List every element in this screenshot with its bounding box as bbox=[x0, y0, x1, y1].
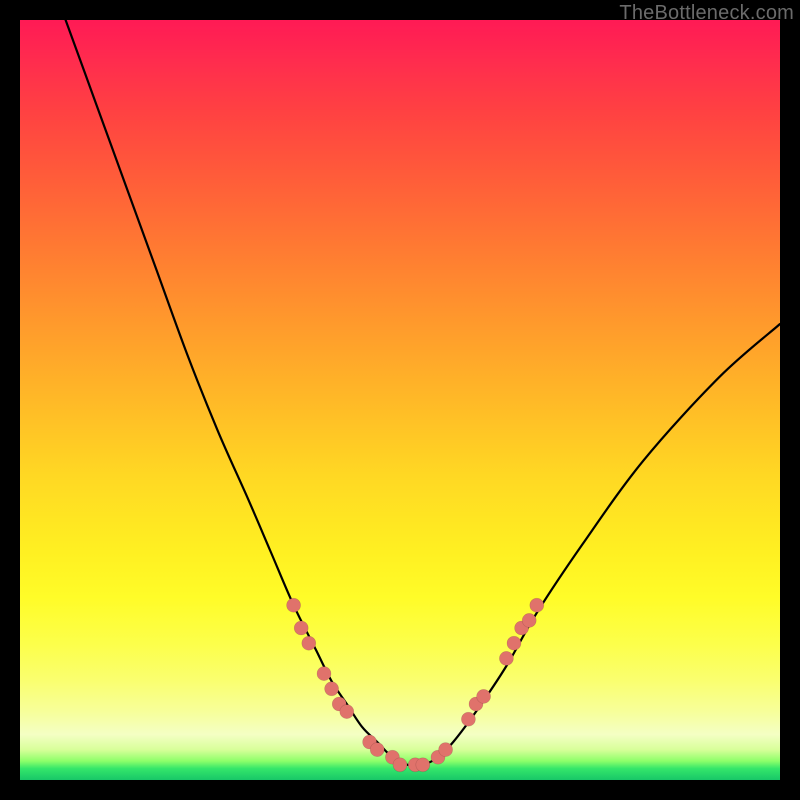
chart-svg bbox=[20, 20, 780, 780]
data-marker bbox=[416, 758, 430, 772]
bottleneck-curve bbox=[66, 20, 780, 766]
data-marker bbox=[499, 651, 513, 665]
data-marker bbox=[507, 636, 521, 650]
chart-frame bbox=[20, 20, 780, 780]
data-marker bbox=[393, 758, 407, 772]
data-marker bbox=[317, 667, 331, 681]
data-marker bbox=[522, 613, 536, 627]
data-marker bbox=[287, 598, 301, 612]
data-marker bbox=[325, 682, 339, 696]
data-marker bbox=[439, 743, 453, 757]
data-marker bbox=[302, 636, 316, 650]
watermark-text: TheBottleneck.com bbox=[619, 2, 794, 25]
data-marker bbox=[530, 598, 544, 612]
data-marker bbox=[294, 621, 308, 635]
data-marker bbox=[461, 712, 475, 726]
data-marker bbox=[477, 689, 491, 703]
data-marker bbox=[370, 743, 384, 757]
marker-layer bbox=[287, 598, 544, 772]
data-marker bbox=[340, 705, 354, 719]
